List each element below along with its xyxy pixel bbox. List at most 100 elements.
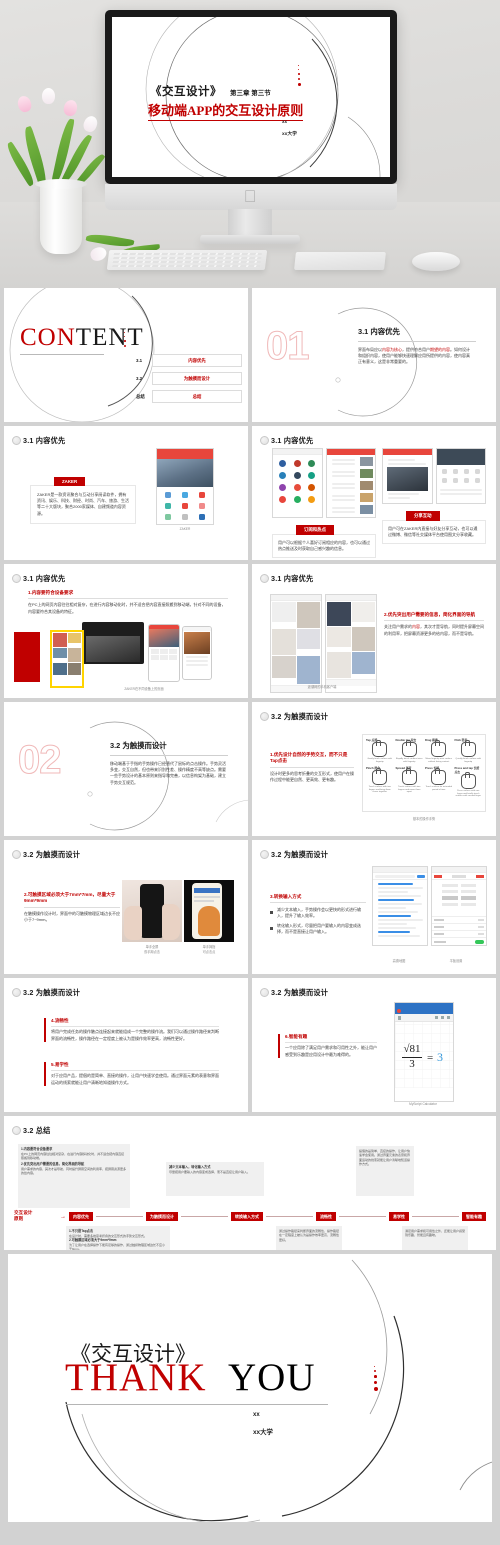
bullet-item: 减少文本输入，手势操作会以更快的形式进行输入，提升了输入效率。: [270, 907, 366, 919]
hand-icon: [401, 740, 417, 757]
flow-badge[interactable]: 内容优先: [69, 1212, 93, 1221]
phone-image: [182, 626, 212, 680]
bullet-circle-icon: [260, 988, 269, 997]
slide-body: 在PC上的网页内容往往相对复杂，在进行内容移动化时，并不适合把内容直接照搬到移动…: [28, 602, 226, 614]
slide-row: 3.1 内容优先 ZAKER ZAKER是一款资讯聚合与互动分享阅读软件，拥有资…: [0, 426, 500, 560]
slide-heading: 3.1 内容优先: [23, 436, 66, 445]
slide-device-requirements[interactable]: 3.1 内容优先 1.内容要符合设备要求 在PC上的网页内容往往相对复杂，在进行…: [4, 564, 248, 698]
slide-body: 关注用户需求的内容，其次才是导航，同时提升屏幕空间的利用率，把屏幕资源更多的给内…: [384, 624, 484, 636]
slide-gesture-first[interactable]: 3.2 为触摸而设计 1.优先设计自然的手势交互，而不只是Tap点击 设计时更多…: [252, 702, 496, 836]
toc-number: 3.1: [136, 358, 143, 363]
image-caption: ZAKER在不同设备上的页面: [124, 687, 164, 691]
smart-block: 6.智能有趣 一个应用除了满足用户需求和可用性之外，能让用户感受到乐趣是应用设计…: [278, 1034, 377, 1058]
toc-pill[interactable]: 总结: [152, 390, 242, 403]
calc-result: 3: [437, 1050, 443, 1064]
slide-contents[interactable]: CONTENT 3.1 内容优先 3.2 为触摸而设计 总结 总结: [4, 288, 248, 422]
flow-connector: [266, 1216, 313, 1217]
photo-hand-two-hands: [122, 880, 182, 942]
bullet-circle-icon: [12, 850, 21, 859]
slide-subscribe-share[interactable]: 3.1 内容优先 订阅和热点 用户可以根据个人喜好订阅相应的内容，也可以通过热点…: [252, 426, 496, 560]
phone-icon: [195, 490, 210, 499]
slide-subheading: 2.可触摸区域必须大于7mm*7mm，尽量大于9mm*9mm: [24, 892, 116, 904]
photo-hand-thumb: [184, 880, 234, 942]
page-title-black: TENT: [75, 324, 144, 351]
vase: [35, 179, 87, 254]
slide-heading: 3.2 总结: [23, 1126, 51, 1135]
slide-summary[interactable]: 3.2 总结 1.内容要符合设备要求 在PC上的网页内容往往相对复杂，在进行内容…: [4, 1116, 496, 1250]
monitor-base: [200, 235, 300, 244]
phone-icon: [177, 501, 192, 510]
block-learnability: 5.易学性 对于应用产品，提倡的是简单、直接的操作，让用户快速学会使用。通过界面…: [44, 1062, 219, 1086]
hero-course-title: 《交互设计》 第三章 第三节: [150, 86, 271, 98]
slide-grid: CONTENT 3.1 内容优先 3.2 为触摸而设计 总结 总结 01 3.1…: [0, 288, 500, 1526]
phone-icon: [195, 501, 210, 510]
slide-smart-fun[interactable]: 3.2 为触摸而设计 6.智能有趣 一个应用除了满足用户需求和可用性之外，能让用…: [252, 978, 496, 1112]
apple-logo-icon: : [244, 186, 257, 208]
bullet-circle-icon: [260, 574, 269, 583]
slide-zaker[interactable]: 3.1 内容优先 ZAKER ZAKER是一款资讯聚合与互动分享阅读软件，拥有资…: [4, 426, 248, 560]
flow-badge[interactable]: 流畅性: [316, 1212, 336, 1221]
flow-badge[interactable]: 转换输入方式: [231, 1212, 263, 1221]
highlight-text: 期望的内容: [430, 347, 450, 352]
phone-image: [50, 630, 84, 688]
slide-row: 《交互设计》 THANK YOU xx xx大学: [0, 1254, 500, 1522]
toc-label: 总结: [192, 393, 202, 399]
toc-label: 为触摸而设计: [183, 375, 211, 381]
summary-box-bottom-mid: 通过操作路径来判断界面的流畅性，操作路径在一定程度上被认为是操作效率更高，流畅性…: [276, 1226, 342, 1250]
toc-pill[interactable]: 为触摸而设计: [152, 372, 242, 385]
slide-subheading: 3.转换输入方式: [270, 894, 302, 899]
flow-badge[interactable]: 为触摸而设计: [146, 1212, 178, 1221]
phone-mockup-settings: [431, 866, 487, 946]
slide-heading: 3.2 为触摸而设计: [271, 712, 329, 721]
card-tag: 分享互动: [406, 511, 440, 521]
slide-subheading: 1.优先设计自然的手势交互，而不只是Tap点击: [270, 752, 348, 764]
slide-row: 02 3.2 为触摸而设计 移动端基于手指的手势操作已经替代了鼠标的点击操作。手…: [0, 702, 500, 836]
thanks-author: xx: [253, 1412, 260, 1418]
bullet-circle-icon: [260, 712, 269, 721]
toc-pill[interactable]: 内容优先: [152, 354, 242, 367]
slide-touch-target-size[interactable]: 3.2 为触摸而设计 2.可触摸区域必须大于7mm*7mm，尽量大于9mm*9m…: [4, 840, 248, 974]
slide-input-methods[interactable]: 3.2 为触摸而设计 3.转换输入方式 减少文本输入，手势操作会以更快的形式进行…: [252, 840, 496, 974]
phone-hero-image: [157, 459, 213, 487]
flow-connector: [181, 1216, 228, 1217]
slide-heading: 3.2 为触摸而设计: [271, 988, 329, 997]
image-caption-right: 平板设置: [449, 959, 463, 963]
block-title: 4.流畅性: [51, 1018, 69, 1023]
summary-body: 用户需求的内容，其次才是导航，同时提升屏幕空间的利用率，把屏幕资源更多的给内容。: [21, 1166, 127, 1176]
divider: [28, 598, 228, 600]
gesture-cell: Press 长按 Touch surface for extended perio…: [425, 765, 452, 791]
block-title: 5.易学性: [51, 1062, 69, 1067]
phone-mockup: [156, 448, 214, 525]
slide-simplify-nav[interactable]: 3.1 内容优先 返潮网的手机客户端 2.优先突出用户需要的信息，简化界面的导航…: [252, 564, 496, 698]
slide-row: CONTENT 3.1 内容优先 3.2 为触摸而设计 总结 总结 01 3.1…: [0, 288, 500, 422]
thanks-title: THANK YOU: [65, 1358, 315, 1397]
section-heading: 3.1 内容优先: [358, 327, 400, 336]
phone-mockup: [435, 448, 486, 504]
slide-thank-you[interactable]: 《交互设计》 THANK YOU xx xx大学: [8, 1254, 492, 1522]
toc-item-1[interactable]: 3.1 内容优先: [136, 354, 242, 367]
divider: [285, 1042, 377, 1044]
hero-imac-mockup: 《交互设计》第三章 第三节 移动端APP的交互设计原则 xx xx大学 : [0, 0, 500, 288]
hand-icon: [372, 740, 388, 757]
slide-section-02[interactable]: 02 3.2 为触摸而设计 移动端基于手指的手势操作已经替代了鼠标的点击操作。手…: [4, 702, 248, 836]
slide-section-01[interactable]: 01 3.1 内容优先 界面布局应以内容为核心，提供符合用户期望的内容。如何设计…: [252, 288, 496, 422]
hero-author: xx: [282, 119, 288, 124]
flow-badge[interactable]: 智能有趣: [462, 1212, 486, 1221]
tulip: [16, 94, 33, 114]
slide-subheading: 2.优先突出用户需要的信息，简化界面的导航: [384, 612, 476, 617]
toc-item-3[interactable]: 总结 总结: [136, 390, 242, 403]
block-body: 对于应用产品，提倡的是简单、直接的操作，让用户快速学会使用。通过界面元素的表意和…: [51, 1073, 219, 1085]
divider: [358, 341, 476, 342]
phone-icon: [160, 490, 175, 499]
summary-box-bottom-right: 满足用户需求和可用性之外，还能让用户感受到乐趣，智能且有趣味。: [402, 1226, 468, 1250]
bullet-item: 转化输入形式，尽量把用户要输入的内容变成选择，而不是直接让用户输入。: [270, 923, 366, 935]
slide-heading: 3.1 内容优先: [23, 574, 66, 583]
flow-badge[interactable]: 易学性: [389, 1212, 409, 1221]
page-title: CONTENT: [20, 324, 144, 352]
gesture-chart: Tap 点按 Gently touch surface with fingerti…: [362, 734, 486, 812]
thanks-org: xx大学: [253, 1429, 273, 1436]
toc-item-2[interactable]: 3.2 为触摸而设计: [136, 372, 242, 385]
slide-fluency-learnability[interactable]: 3.2 为触摸而设计 4.流畅性 将用户完成任务的操作触点连接起来就能组成一个完…: [4, 978, 248, 1112]
phone-image: [148, 624, 180, 682]
phone-mockup-calculator: √81 3 = 3: [394, 1002, 454, 1102]
